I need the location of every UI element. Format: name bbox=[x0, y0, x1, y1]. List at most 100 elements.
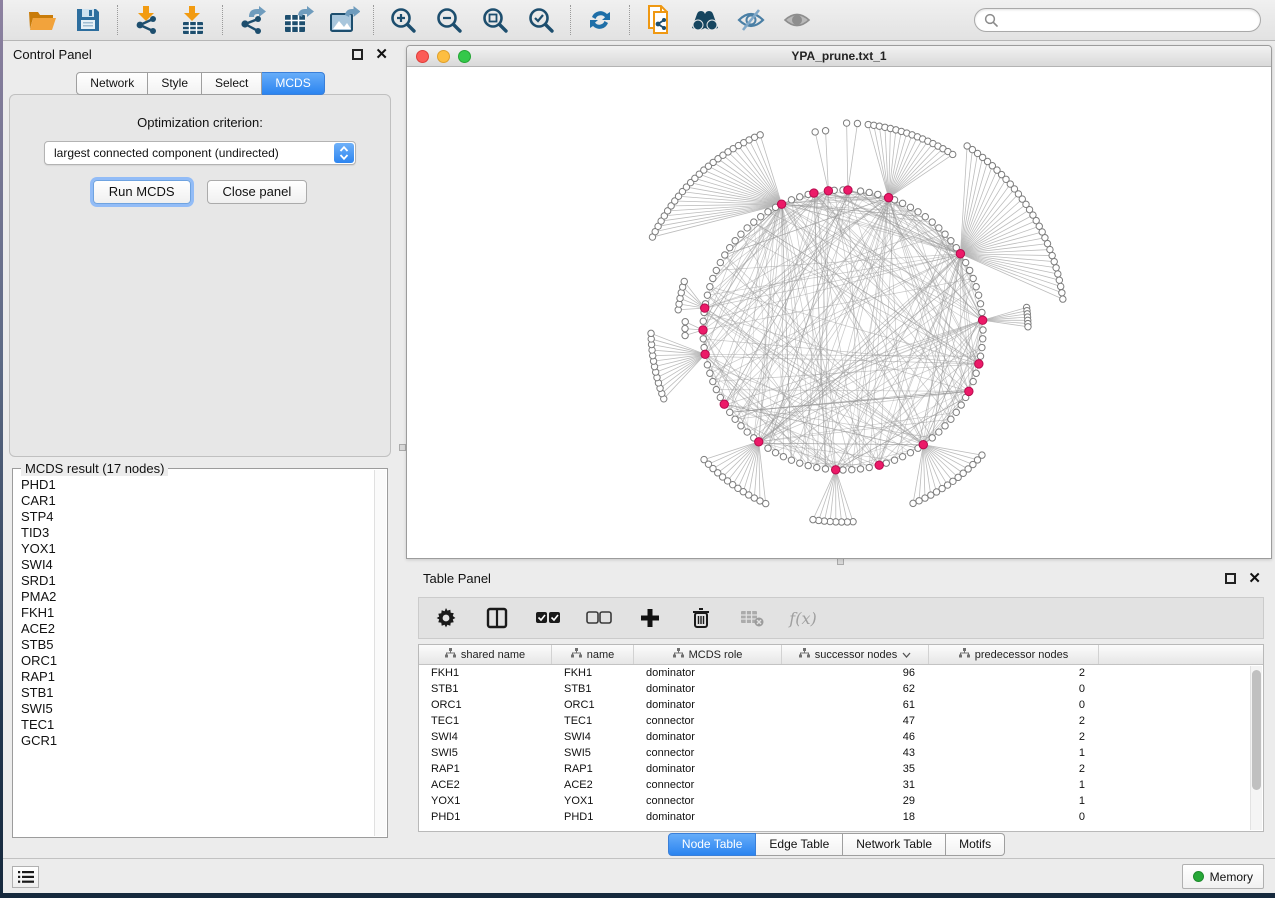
table-row[interactable]: ORC1ORC1dominator610 bbox=[419, 697, 1263, 713]
network-hub-node[interactable] bbox=[720, 400, 728, 408]
network-canvas[interactable] bbox=[407, 67, 1271, 558]
network-node[interactable] bbox=[751, 219, 757, 225]
tab-select[interactable]: Select bbox=[202, 72, 262, 95]
network-hub-node[interactable] bbox=[831, 466, 839, 474]
network-leaf-node[interactable] bbox=[1060, 296, 1066, 302]
mcds-result-item[interactable]: FKH1 bbox=[21, 605, 374, 621]
network-leaf-node[interactable] bbox=[812, 129, 818, 135]
network-node[interactable] bbox=[707, 284, 713, 290]
network-node[interactable] bbox=[765, 445, 771, 451]
network-node[interactable] bbox=[907, 449, 913, 455]
network-node[interactable] bbox=[948, 238, 954, 244]
network-window-titlebar[interactable]: YPA_prune.txt_1 bbox=[407, 46, 1271, 67]
network-node[interactable] bbox=[765, 209, 771, 215]
mcds-result-item[interactable]: PMA2 bbox=[21, 589, 374, 605]
float-panel-icon[interactable] bbox=[352, 49, 363, 60]
export-network-icon[interactable] bbox=[236, 4, 268, 36]
network-node[interactable] bbox=[732, 416, 738, 422]
mcds-result-item[interactable]: SRD1 bbox=[21, 573, 374, 589]
tab-node-table[interactable]: Node Table bbox=[668, 833, 757, 856]
network-node[interactable] bbox=[977, 301, 983, 307]
mcds-result-item[interactable]: SWI5 bbox=[21, 701, 374, 717]
zoom-fit-icon[interactable] bbox=[479, 4, 511, 36]
float-table-panel-icon[interactable] bbox=[1225, 573, 1236, 584]
delete-column-icon[interactable] bbox=[688, 605, 714, 631]
network-leaf-node[interactable] bbox=[1055, 271, 1061, 277]
network-leaf-node[interactable] bbox=[922, 495, 928, 501]
table-row[interactable]: FKH1FKH1dominator962 bbox=[419, 665, 1263, 681]
network-node[interactable] bbox=[966, 267, 972, 273]
network-leaf-node[interactable] bbox=[1057, 283, 1063, 289]
export-image-icon[interactable] bbox=[328, 4, 360, 36]
network-hub-node[interactable] bbox=[824, 187, 832, 195]
network-node[interactable] bbox=[738, 423, 744, 429]
network-node[interactable] bbox=[942, 423, 948, 429]
network-node[interactable] bbox=[738, 231, 744, 237]
network-node[interactable] bbox=[717, 259, 723, 265]
window-close-icon[interactable] bbox=[416, 50, 429, 63]
optimization-criterion-select[interactable]: largest connected component (undirected) bbox=[44, 141, 356, 165]
network-node[interactable] bbox=[707, 370, 713, 376]
network-leaf-node[interactable] bbox=[1025, 324, 1031, 330]
network-hub-node[interactable] bbox=[965, 387, 973, 395]
network-leaf-node[interactable] bbox=[682, 319, 688, 325]
mcds-result-item[interactable]: RAP1 bbox=[21, 669, 374, 685]
refresh-icon[interactable] bbox=[584, 4, 616, 36]
task-history-icon[interactable] bbox=[12, 866, 39, 888]
table-row[interactable]: SWI4SWI4dominator462 bbox=[419, 729, 1263, 745]
network-node[interactable] bbox=[958, 402, 964, 408]
network-hub-node[interactable] bbox=[978, 316, 986, 324]
network-node[interactable] bbox=[700, 318, 706, 324]
window-minimize-icon[interactable] bbox=[437, 50, 450, 63]
network-node[interactable] bbox=[704, 292, 710, 298]
network-node[interactable] bbox=[915, 209, 921, 215]
network-node[interactable] bbox=[710, 378, 716, 384]
network-leaf-node[interactable] bbox=[810, 516, 816, 522]
table-row[interactable]: STB1STB1dominator620 bbox=[419, 681, 1263, 697]
network-node[interactable] bbox=[788, 457, 794, 463]
search-input[interactable] bbox=[1004, 13, 1251, 27]
network-leaf-node[interactable] bbox=[910, 500, 916, 506]
network-leaf-node[interactable] bbox=[1053, 265, 1059, 271]
select-all-rows-icon[interactable] bbox=[535, 605, 561, 631]
network-leaf-node[interactable] bbox=[1056, 277, 1062, 283]
close-table-panel-icon[interactable]: ✕ bbox=[1248, 573, 1261, 584]
network-leaf-node[interactable] bbox=[949, 151, 955, 157]
network-node[interactable] bbox=[857, 188, 863, 194]
network-leaf-node[interactable] bbox=[822, 128, 828, 134]
network-hub-node[interactable] bbox=[699, 326, 707, 334]
network-node[interactable] bbox=[929, 435, 935, 441]
table-row[interactable]: RAP1RAP1dominator352 bbox=[419, 761, 1263, 777]
network-node[interactable] bbox=[891, 457, 897, 463]
column-header-predecessor-nodes[interactable]: predecessor nodes bbox=[929, 645, 1099, 664]
run-mcds-button[interactable]: Run MCDS bbox=[93, 180, 191, 204]
table-scrollbar[interactable] bbox=[1250, 666, 1262, 830]
column-header-successor-nodes[interactable]: successor nodes bbox=[782, 645, 929, 664]
network-node[interactable] bbox=[700, 336, 706, 342]
network-node[interactable] bbox=[772, 449, 778, 455]
network-node[interactable] bbox=[722, 252, 728, 258]
table-mode-columns-icon[interactable] bbox=[484, 605, 510, 631]
network-node[interactable] bbox=[962, 259, 968, 265]
network-hub-node[interactable] bbox=[975, 360, 983, 368]
network-node[interactable] bbox=[973, 370, 979, 376]
network-node[interactable] bbox=[797, 194, 803, 200]
network-hub-node[interactable] bbox=[755, 438, 763, 446]
deselect-all-rows-icon[interactable] bbox=[586, 605, 612, 631]
network-hub-node[interactable] bbox=[844, 186, 852, 194]
network-node[interactable] bbox=[977, 353, 983, 359]
network-leaf-node[interactable] bbox=[681, 278, 687, 284]
network-node[interactable] bbox=[979, 309, 985, 315]
network-leaf-node[interactable] bbox=[682, 325, 688, 331]
network-leaf-node[interactable] bbox=[1044, 240, 1050, 246]
table-row[interactable]: PHD1PHD1dominator180 bbox=[419, 809, 1263, 825]
column-header-name[interactable]: name bbox=[552, 645, 634, 664]
network-leaf-node[interactable] bbox=[916, 498, 922, 504]
hide-selected-icon[interactable] bbox=[735, 4, 767, 36]
network-hub-node[interactable] bbox=[884, 193, 892, 201]
network-node[interactable] bbox=[713, 267, 719, 273]
mcds-result-item[interactable]: ACE2 bbox=[21, 621, 374, 637]
network-node[interactable] bbox=[727, 245, 733, 251]
network-node[interactable] bbox=[857, 466, 863, 472]
window-maximize-icon[interactable] bbox=[458, 50, 471, 63]
